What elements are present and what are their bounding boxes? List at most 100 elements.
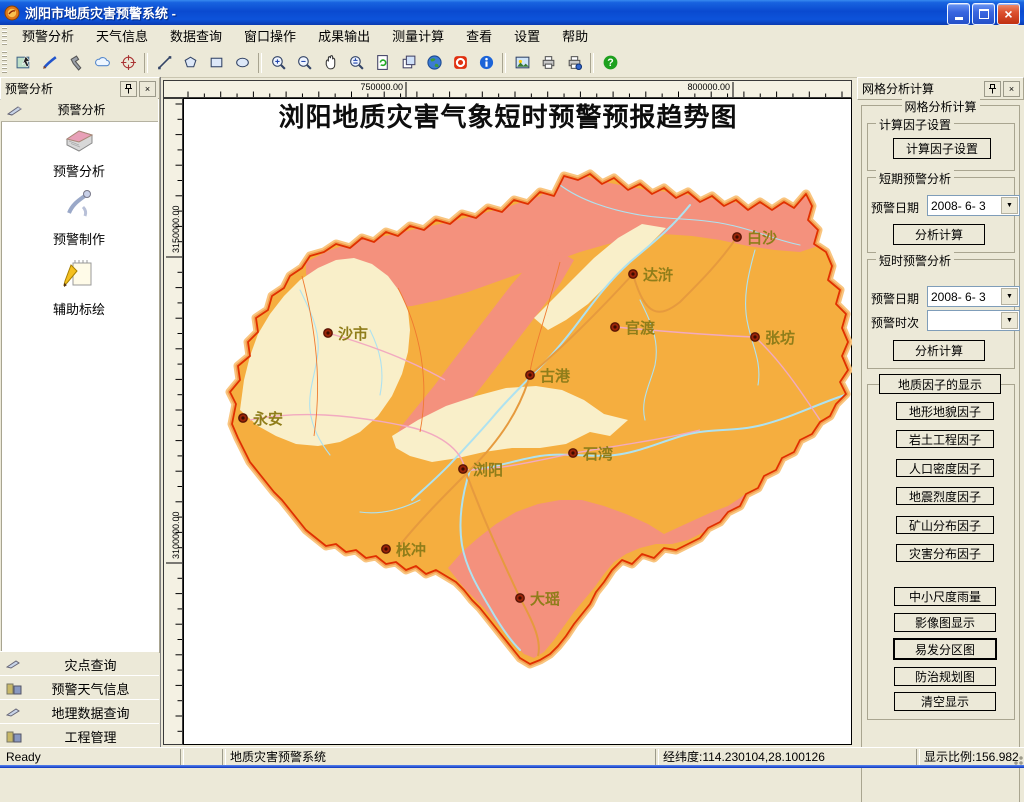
left-panel-body xyxy=(1,98,160,653)
restore-button[interactable] xyxy=(972,3,995,25)
help-tool[interactable]: ? xyxy=(597,50,623,75)
menu-weather-info[interactable]: 天气信息 xyxy=(85,25,159,48)
left-panel-title: 预警分析 xyxy=(5,80,53,97)
info-icon xyxy=(478,54,495,71)
draw-rect-tool[interactable] xyxy=(203,50,229,75)
right-panel-header: 网格分析计算 × xyxy=(857,77,1024,100)
close-icon: × xyxy=(1009,85,1014,94)
left-panel-close-button[interactable]: × xyxy=(139,81,156,97)
prevention-plan-button[interactable]: 防治规划图 xyxy=(894,667,996,686)
tool-warning-produce[interactable]: 预警制作 xyxy=(0,187,158,248)
stop-tool[interactable] xyxy=(447,50,473,75)
short-term-date-combo[interactable]: 2008- 6- 3 ▼ xyxy=(927,195,1020,216)
short-term-analyze-button[interactable]: 分析计算 xyxy=(893,224,985,245)
right-panel-close-button[interactable]: × xyxy=(1003,81,1020,97)
bar-project-management[interactable]: 工程管理 xyxy=(0,723,159,749)
status-app-name: 地质灾害预警系统 xyxy=(230,749,326,765)
menu-settings[interactable]: 设置 xyxy=(503,25,551,48)
left-panel-section-header[interactable]: 预警分析 xyxy=(1,98,158,122)
draw-line-tool[interactable] xyxy=(151,50,177,75)
copy-layers-tool[interactable] xyxy=(395,50,421,75)
pan-tool[interactable] xyxy=(317,50,343,75)
tool-label: 预警制作 xyxy=(0,229,158,248)
toolbar-separator xyxy=(144,53,148,73)
globe-icon xyxy=(426,54,443,71)
tool-warning-analysis[interactable]: 预警分析 xyxy=(0,121,158,180)
draw-ellipse-tool[interactable] xyxy=(229,50,255,75)
toolbar-grip[interactable] xyxy=(2,51,7,74)
map-title: 浏阳地质灾害气象短时预警预报趋势图 xyxy=(278,102,737,133)
town-label: 官渡 xyxy=(625,319,656,337)
compass-pen-icon xyxy=(6,706,22,718)
chevron-down-icon[interactable]: ▼ xyxy=(1001,312,1018,329)
warning-paint-tool[interactable] xyxy=(37,50,63,75)
toolbar-separator xyxy=(502,53,506,73)
globe-tool[interactable] xyxy=(421,50,447,75)
refresh-page-icon xyxy=(374,54,391,71)
ruler-label: 750000.00 xyxy=(360,82,403,92)
seismic-factor-button[interactable]: 地震烈度因子 xyxy=(896,487,994,505)
zoom-extent-tool[interactable] xyxy=(343,50,369,75)
minimize-button[interactable] xyxy=(947,3,970,25)
hammer-tool[interactable] xyxy=(63,50,89,75)
zoom-out-tool[interactable] xyxy=(291,50,317,75)
menu-help[interactable]: 帮助 xyxy=(551,25,599,48)
zoom-in-tool[interactable] xyxy=(265,50,291,75)
close-icon: × xyxy=(145,85,150,94)
paint-brush-icon xyxy=(42,54,59,71)
factor-setup-button[interactable]: 计算因子设置 xyxy=(893,138,991,159)
menu-measure-calc[interactable]: 测量计算 xyxy=(381,25,455,48)
menu-result-output[interactable]: 成果输出 xyxy=(307,25,381,48)
pin-button[interactable] xyxy=(120,81,137,97)
mine-factor-button[interactable]: 矿山分布因子 xyxy=(896,516,994,534)
cloud-tool[interactable] xyxy=(89,50,115,75)
nowcast-analyze-button[interactable]: 分析计算 xyxy=(893,340,985,361)
compass-pen-icon xyxy=(7,103,25,117)
clear-display-button[interactable]: 清空显示 xyxy=(894,692,996,711)
town-marker-core xyxy=(528,373,531,376)
warning-produce-icon xyxy=(59,187,99,223)
warning-analysis-panel: 预警分析 × 预警分析 预警分析 预警制作 辅 xyxy=(0,77,161,747)
chevron-down-icon[interactable]: ▼ xyxy=(1001,288,1018,305)
susceptibility-zoning-button[interactable]: 易发分区图 xyxy=(893,638,997,660)
geo-factor-display-button[interactable]: 地质因子的显示 xyxy=(879,374,1001,394)
pushpin-icon xyxy=(988,84,997,94)
meso-rainfall-button[interactable]: 中小尺度雨量 xyxy=(894,587,996,606)
printer-icon xyxy=(540,54,557,71)
menu-warning-analysis[interactable]: 预警分析 xyxy=(11,25,85,48)
terrain-factor-button[interactable]: 地形地貌因子 xyxy=(896,402,994,420)
menu-grip[interactable] xyxy=(2,27,7,45)
population-factor-button[interactable]: 人口密度因子 xyxy=(896,459,994,477)
disaster-factor-button[interactable]: 灾害分布因子 xyxy=(896,544,994,562)
print-setup-tool[interactable] xyxy=(561,50,587,75)
bar-warning-weather-info[interactable]: 预警天气信息 xyxy=(0,675,159,701)
town-marker-core xyxy=(326,331,329,334)
info-tool[interactable] xyxy=(473,50,499,75)
short-term-title: 短期预警分析 xyxy=(876,170,954,187)
pin-button[interactable] xyxy=(984,81,1001,97)
tool-aux-plot[interactable]: 辅助标绘 xyxy=(0,255,158,318)
draw-polygon-tool[interactable] xyxy=(177,50,203,75)
nowcast-date-combo[interactable]: 2008- 6- 3 ▼ xyxy=(927,286,1020,307)
menu-view[interactable]: 查看 xyxy=(455,25,503,48)
town-marker-core xyxy=(571,451,574,454)
resize-grip[interactable] xyxy=(1010,752,1023,765)
grid-analysis-panel: 网格分析计算 × 网格分析计算 计算因子设置 计算因子设置 短期预警分析 预警日… xyxy=(857,77,1024,747)
imagery-display-button[interactable]: 影像图显示 xyxy=(894,613,996,632)
nowcast-time-combo[interactable]: ▼ xyxy=(927,310,1020,331)
select-map-tool[interactable] xyxy=(11,50,37,75)
bar-disaster-point-query[interactable]: 灾点查询 xyxy=(0,651,159,677)
refresh-view-tool[interactable] xyxy=(369,50,395,75)
bar-label: 地理数据查询 xyxy=(22,703,159,722)
menu-data-query[interactable]: 数据查询 xyxy=(159,25,233,48)
status-separator xyxy=(180,749,184,765)
close-button[interactable]: × xyxy=(997,3,1020,25)
locate-tool[interactable] xyxy=(115,50,141,75)
geotech-factor-button[interactable]: 岩土工程因子 xyxy=(896,430,994,448)
menu-window-ops[interactable]: 窗口操作 xyxy=(233,25,307,48)
bar-geo-data-query[interactable]: 地理数据查询 xyxy=(0,699,159,725)
print-tool[interactable] xyxy=(535,50,561,75)
image-export-tool[interactable] xyxy=(509,50,535,75)
chevron-down-icon[interactable]: ▼ xyxy=(1001,197,1018,214)
books-icon xyxy=(6,682,22,695)
